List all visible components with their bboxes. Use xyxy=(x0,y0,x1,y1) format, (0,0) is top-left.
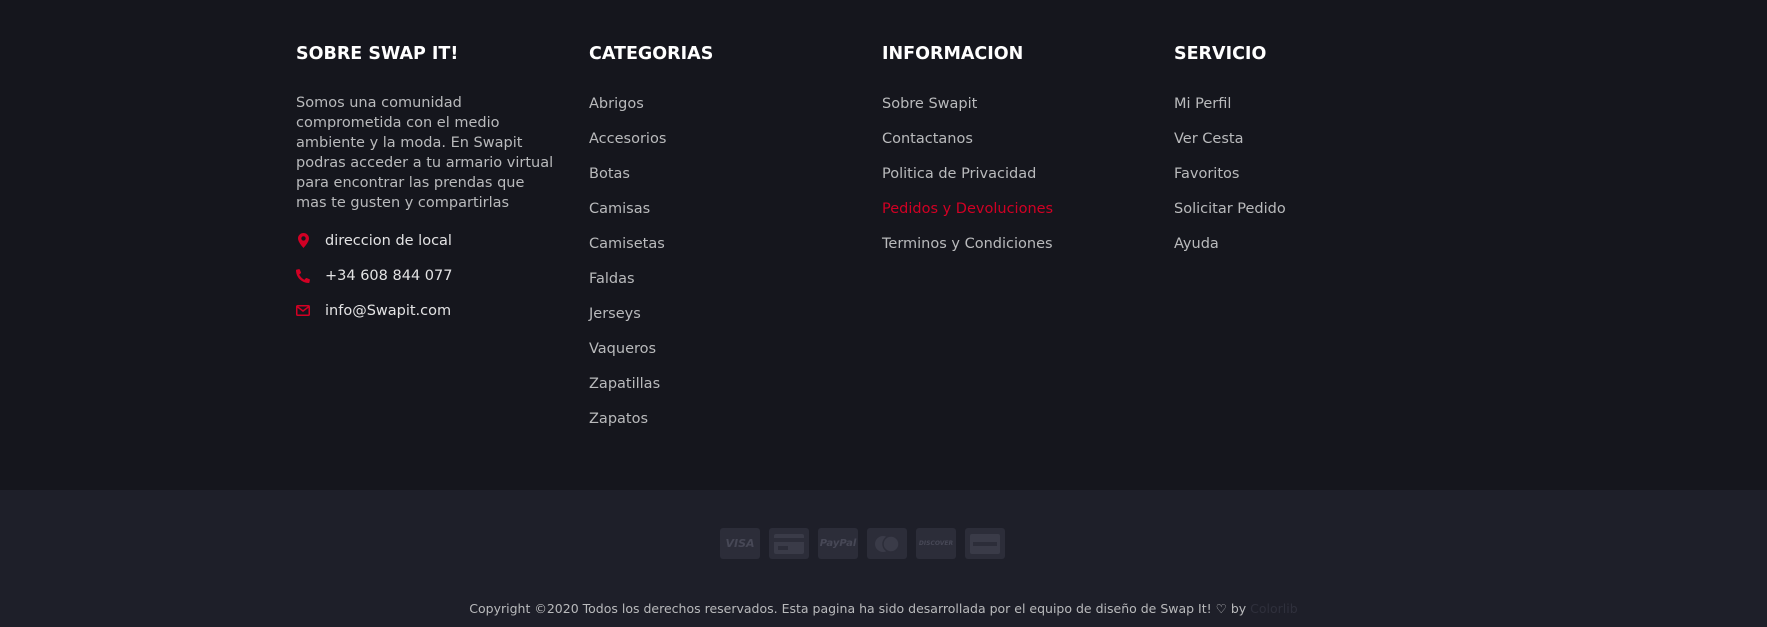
amex-icon[interactable] xyxy=(965,528,1005,559)
categoria-camisas-link[interactable]: Camisas xyxy=(589,201,650,217)
footer-top: SOBRE SWAP IT! Somos una comunidad compr… xyxy=(0,0,1767,490)
contact-address[interactable]: direccion de local xyxy=(296,223,566,258)
categoria-abrigos-link[interactable]: Abrigos xyxy=(589,96,644,112)
terminos-condiciones-link[interactable]: Terminos y Condiciones xyxy=(882,236,1053,252)
contact-phone-label: +34 608 844 077 xyxy=(325,267,453,284)
ayuda-link[interactable]: Ayuda xyxy=(1174,236,1219,252)
about-title: SOBRE SWAP IT! xyxy=(296,44,459,64)
servicio-link[interactable]: Ver Cesta xyxy=(1174,130,1444,165)
categoria-zapatillas-link[interactable]: Zapatillas xyxy=(589,376,660,392)
copyright-text: Copyright ©2020 Todos los derechos reser… xyxy=(469,601,1212,616)
visa-icon[interactable]: VISA xyxy=(720,528,760,559)
informacion-column: INFORMACION Sobre Swapit Contactanos Pol… xyxy=(882,42,1152,270)
copyright: Copyright ©2020 Todos los derechos reser… xyxy=(0,601,1767,616)
contactanos-link[interactable]: Contactanos xyxy=(882,131,973,147)
categoria-link[interactable]: Zapatos xyxy=(589,410,859,445)
servicio-link[interactable]: Mi Perfil xyxy=(1174,95,1444,130)
contact-address-label: direccion de local xyxy=(325,232,452,249)
copyright-by: by xyxy=(1230,601,1247,616)
servicio-column: SERVICIO Mi Perfil Ver Cesta Favoritos S… xyxy=(1174,42,1444,270)
categoria-link[interactable]: Abrigos xyxy=(589,95,859,130)
heart-icon: ♡ xyxy=(1215,601,1227,616)
categoria-link[interactable]: Jerseys xyxy=(589,305,859,340)
contact-email-label: info@Swapit.com xyxy=(325,302,452,319)
categoria-link[interactable]: Zapatillas xyxy=(589,375,859,410)
contact-list: direccion de local +34 608 844 077 info@… xyxy=(296,223,566,328)
payment-methods: VISA PayPal DISCOVER xyxy=(720,528,1005,559)
servicio-link[interactable]: Solicitar Pedido xyxy=(1174,200,1444,235)
discover-icon[interactable]: DISCOVER xyxy=(916,528,956,559)
categoria-accesorios-link[interactable]: Accesorios xyxy=(589,131,666,147)
colorlib-link[interactable]: Colorlib xyxy=(1250,601,1298,616)
informacion-link[interactable]: Politica de Privacidad xyxy=(882,165,1152,200)
politica-privacidad-link[interactable]: Politica de Privacidad xyxy=(882,166,1036,182)
map-marker-icon xyxy=(296,233,310,249)
favoritos-link[interactable]: Favoritos xyxy=(1174,166,1239,182)
categoria-zapatos-link[interactable]: Zapatos xyxy=(589,411,648,427)
categoria-link[interactable]: Camisetas xyxy=(589,235,859,270)
informacion-link[interactable]: Sobre Swapit xyxy=(882,95,1152,130)
categoria-link[interactable]: Camisas xyxy=(589,200,859,235)
ver-cesta-link[interactable]: Ver Cesta xyxy=(1174,131,1243,147)
solicitar-pedido-link[interactable]: Solicitar Pedido xyxy=(1174,201,1286,217)
footer-bottom: VISA PayPal DISCOVER Copyright ©2020 Tod… xyxy=(0,490,1767,627)
sobre-swapit-link[interactable]: Sobre Swapit xyxy=(882,96,977,112)
categorias-title: CATEGORIAS xyxy=(589,44,714,64)
paypal-icon[interactable]: PayPal xyxy=(818,528,858,559)
servicio-link[interactable]: Ayuda xyxy=(1174,235,1444,270)
informacion-link[interactable]: Contactanos xyxy=(882,130,1152,165)
categoria-link[interactable]: Botas xyxy=(589,165,859,200)
phone-icon xyxy=(296,268,310,284)
categoria-link[interactable]: Faldas xyxy=(589,270,859,305)
categoria-vaqueros-link[interactable]: Vaqueros xyxy=(589,341,656,357)
about-column: SOBRE SWAP IT! Somos una comunidad compr… xyxy=(296,42,566,328)
informacion-list: Sobre Swapit Contactanos Politica de Pri… xyxy=(882,95,1152,270)
categoria-faldas-link[interactable]: Faldas xyxy=(589,271,635,287)
informacion-title: INFORMACION xyxy=(882,44,1024,64)
informacion-link[interactable]: Terminos y Condiciones xyxy=(882,235,1152,270)
categorias-column: CATEGORIAS Abrigos Accesorios Botas Cami… xyxy=(589,42,859,445)
mastercard-icon[interactable] xyxy=(867,528,907,559)
envelope-icon xyxy=(296,303,310,319)
servicio-title: SERVICIO xyxy=(1174,44,1267,64)
categoria-botas-link[interactable]: Botas xyxy=(589,166,630,182)
categoria-jerseys-link[interactable]: Jerseys xyxy=(589,306,641,322)
mi-perfil-link[interactable]: Mi Perfil xyxy=(1174,96,1231,112)
categoria-link[interactable]: Vaqueros xyxy=(589,340,859,375)
credit-card-icon[interactable] xyxy=(769,528,809,559)
categoria-camisetas-link[interactable]: Camisetas xyxy=(589,236,665,252)
contact-phone[interactable]: +34 608 844 077 xyxy=(296,258,566,293)
servicio-link[interactable]: Favoritos xyxy=(1174,165,1444,200)
categorias-list: Abrigos Accesorios Botas Camisas Camiset… xyxy=(589,95,859,445)
pedidos-devoluciones-link[interactable]: Pedidos y Devoluciones xyxy=(882,201,1053,217)
about-text: Somos una comunidad comprometida con el … xyxy=(296,95,554,211)
categoria-link[interactable]: Accesorios xyxy=(589,130,859,165)
informacion-link-active[interactable]: Pedidos y Devoluciones xyxy=(882,200,1152,235)
servicio-list: Mi Perfil Ver Cesta Favoritos Solicitar … xyxy=(1174,95,1444,270)
contact-email[interactable]: info@Swapit.com xyxy=(296,293,566,328)
